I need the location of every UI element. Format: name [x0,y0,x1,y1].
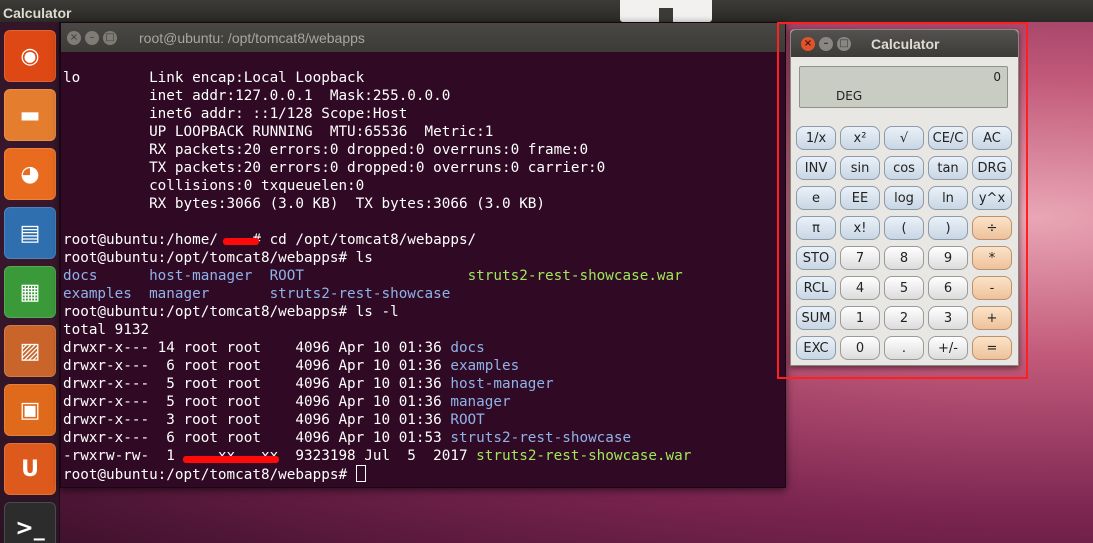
terminal-text: ROOT [450,412,485,428]
terminal-line: collisions:0 txqueuelen:0 [63,177,785,195]
firefox-icon[interactable]: ◕ [4,148,56,200]
terminal-text: drwxr-x--- 6 root root 4096 Apr 10 01:53 [63,430,451,446]
terminal-line: lo Link encap:Local Loopback [63,69,785,87]
calc-spreadsheet-icon-glyph: ▦ [19,279,41,305]
software-center-icon[interactable]: ▣ [4,384,56,436]
terminal-text: host-manager [450,376,554,392]
terminal-line: examples manager struts2-rest-showcase [63,285,785,303]
top-panel: Calculator [0,0,1093,22]
firefox-icon-glyph: ◕ [20,161,40,187]
terminal-cursor [355,465,366,482]
terminal-line: RX bytes:3066 (3.0 KB) TX bytes:3066 (3.… [63,195,785,213]
terminal-text: examples [450,358,520,374]
terminal-text: drwxr-x--- 5 root root 4096 Apr 10 01:36 [63,376,451,392]
terminal-line: docs host-manager ROOT struts2-rest-show… [63,267,785,285]
terminal-text: docs host-manager ROOT [63,268,468,284]
terminal-text: drwxr-x--- 3 root root 4096 Apr 10 01:36 [63,412,451,428]
impress-icon[interactable]: ▨ [4,325,56,377]
terminal-line: drwxr-x--- 5 root root 4096 Apr 10 01:36… [63,393,785,411]
terminal-text: root@ubuntu:/opt/tomcat8/webapps# ls -l [63,304,399,320]
terminal-text: drwxr-x--- 6 root root 4096 Apr 10 01:36 [63,358,451,374]
terminal-line: drwxr-x--- 14 root root 4096 Apr 10 01:3… [63,339,785,357]
terminal-line: inet6 addr: ::1/128 Scope:Host [63,105,785,123]
terminal-line: inet addr:127.0.0.1 Mask:255.0.0.0 [63,87,785,105]
calc-spreadsheet-icon[interactable]: ▦ [4,266,56,318]
terminal-text: UP LOOPBACK RUNNING MTU:65536 Metric:1 [63,124,494,140]
impress-icon-glyph: ▨ [19,338,41,364]
terminal-line: root@ubuntu:/opt/tomcat8/webapps# ls -l [63,303,785,321]
ubuntu-one-icon[interactable]: U [4,443,56,495]
maximize-icon[interactable]: □ [103,30,117,45]
dash-icon-glyph: ◉ [20,43,40,69]
terminal-line: total 9132 [63,321,785,339]
terminal-text: root@ubuntu:/opt/tomcat8/webapps# [63,467,356,483]
terminal-line: UP LOOPBACK RUNNING MTU:65536 Metric:1 [63,123,785,141]
terminal-line: root@ubuntu:/home/ # cd /opt/tomcat8/web… [63,231,785,249]
indicator-icon [659,8,673,22]
minimize-icon[interactable]: – [85,30,99,45]
terminal-text: total 9132 [63,322,150,338]
terminal-title: root@ubuntu: /opt/tomcat8/webapps [139,29,365,46]
terminal-line: -rwxrw-rw- 1 xx xx 9323198 Jul 5 2017 st… [63,447,785,465]
terminal-line: root@ubuntu:/opt/tomcat8/webapps# ls [63,249,785,267]
files-icon-glyph: ▬ [19,102,41,128]
terminal-text: root@ubuntu:/opt/tomcat8/webapps# ls [63,250,373,266]
terminal-line: TX packets:20 errors:0 dropped:0 overrun… [63,159,785,177]
terminal-line: drwxr-x--- 5 root root 4096 Apr 10 01:36… [63,375,785,393]
terminal-text: RX bytes:3066 (3.0 KB) TX bytes:3066 (3.… [63,196,546,212]
terminal-text: RX packets:20 errors:0 dropped:0 overrun… [63,142,589,158]
terminal-titlebar[interactable]: × – □ root@ubuntu: /opt/tomcat8/webapps [61,23,785,52]
terminal-text: drwxr-x--- 14 root root 4096 Apr 10 01:3… [63,340,451,356]
terminal-text: struts2-rest-showcase.war [476,448,692,464]
terminal-line: root@ubuntu:/opt/tomcat8/webapps# [63,465,785,483]
terminal-output[interactable]: lo Link encap:Local Loopback inet addr:1… [61,52,785,483]
terminal-text: lo Link encap:Local Loopback [63,70,365,86]
redaction-mark [223,238,259,245]
terminal-text: TX packets:20 errors:0 dropped:0 overrun… [63,160,606,176]
terminal-text: struts2-rest-showcase [450,430,632,446]
redaction-mark [183,456,279,463]
terminal-line: RX packets:20 errors:0 dropped:0 overrun… [63,141,785,159]
terminal-text: struts2-rest-showcase.war [467,268,683,284]
keyboard-indicator[interactable] [620,0,712,22]
terminal-icon-glyph: >_ [15,515,45,541]
dash-icon[interactable]: ◉ [4,30,56,82]
active-app-title: Calculator [3,4,72,21]
terminal-text: examples manager struts2-rest-showcase [63,286,451,302]
terminal-text: manager [450,394,511,410]
terminal-window[interactable]: × – □ root@ubuntu: /opt/tomcat8/webapps … [60,22,786,488]
launcher: ◉ ▬ ◕ ▤ ▦ ▨ ▣ U >_ [0,22,60,543]
terminal-text: root@ubuntu:/home/ # cd /opt/tomcat8/web… [63,232,477,248]
terminal-text: inet6 addr: ::1/128 Scope:Host [63,106,408,122]
writer-icon[interactable]: ▤ [4,207,56,259]
terminal-line: drwxr-x--- 3 root root 4096 Apr 10 01:36… [63,411,785,429]
terminal-line: drwxr-x--- 6 root root 4096 Apr 10 01:53… [63,429,785,447]
close-icon[interactable]: × [67,30,81,45]
terminal-text: inet addr:127.0.0.1 Mask:255.0.0.0 [63,88,451,104]
terminal-icon[interactable]: >_ [4,502,56,543]
ubuntu-one-icon-glyph: U [21,456,39,482]
writer-icon-glyph: ▤ [19,220,41,246]
terminal-text: collisions:0 txqueuelen:0 [63,178,365,194]
terminal-line: drwxr-x--- 6 root root 4096 Apr 10 01:36… [63,357,785,375]
highlight-box [777,22,1028,379]
files-icon[interactable]: ▬ [4,89,56,141]
terminal-text: docs [450,340,485,356]
software-center-icon-glyph: ▣ [19,397,41,423]
terminal-text: drwxr-x--- 5 root root 4096 Apr 10 01:36 [63,394,451,410]
